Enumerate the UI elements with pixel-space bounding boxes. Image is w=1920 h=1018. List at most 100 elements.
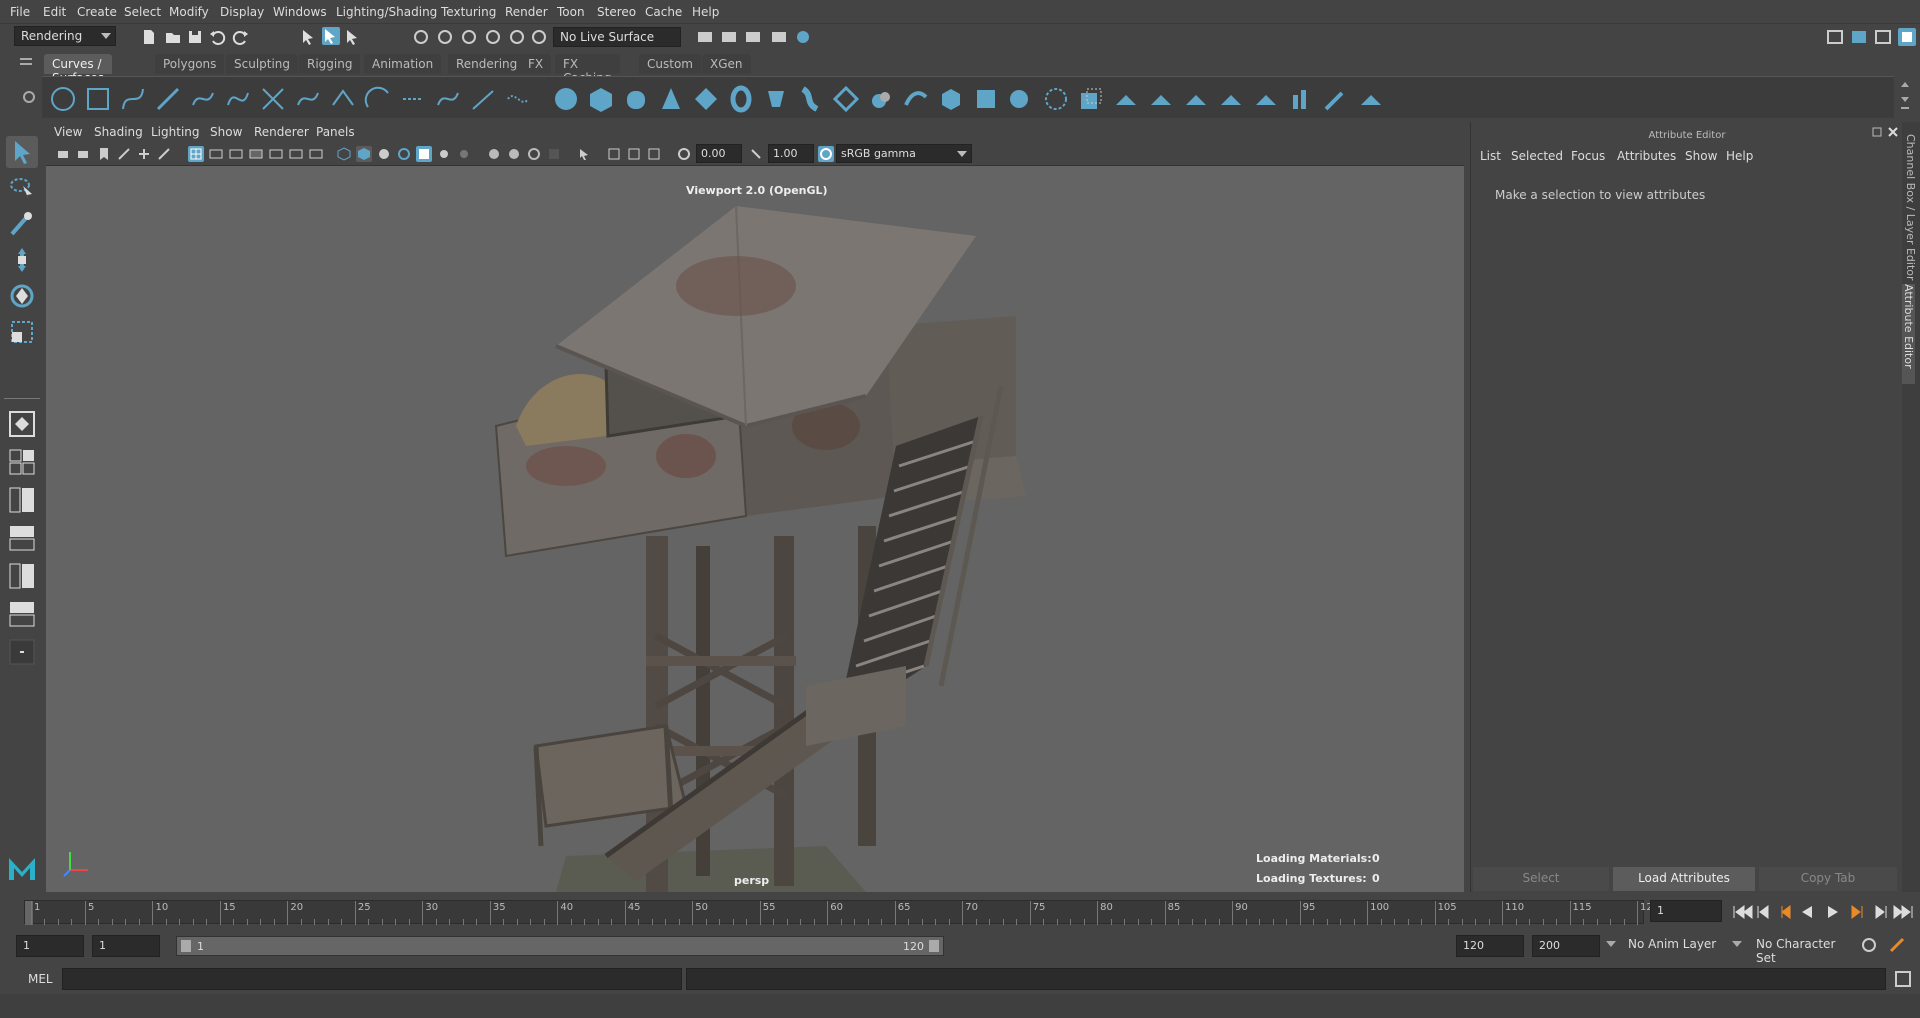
script-editor-icon[interactable] — [1894, 970, 1912, 988]
loft-icon[interactable] — [797, 85, 825, 113]
rebuild-curve-icon[interactable] — [399, 85, 427, 113]
viewport-menu-panels[interactable]: Panels — [316, 125, 355, 139]
select-button[interactable]: Select — [1473, 867, 1609, 891]
single-perspective-layout-icon[interactable] — [6, 408, 38, 440]
menu-help[interactable]: Help — [692, 5, 719, 19]
select-component-icon[interactable] — [344, 28, 362, 46]
motion-blur-icon[interactable] — [506, 146, 522, 162]
shelf-settings-icon[interactable] — [22, 90, 36, 104]
arc-curve-icon[interactable] — [364, 85, 392, 113]
rebuild-surface-icon[interactable] — [1357, 85, 1385, 113]
persp-graph-layout-icon[interactable] — [6, 522, 38, 554]
persp-hypershade-layout-icon[interactable] — [6, 560, 38, 592]
use-default-material-icon[interactable] — [376, 146, 392, 162]
menu-lighting-shading[interactable]: Lighting/Shading — [336, 5, 437, 19]
birail-icon[interactable] — [902, 85, 930, 113]
bevel-icon[interactable] — [1007, 85, 1035, 113]
bookmark-icon[interactable] — [96, 146, 112, 162]
menu-render[interactable]: Render — [505, 5, 548, 19]
arnold-render-icon[interactable] — [794, 28, 812, 46]
nurbs-cylinder-icon[interactable] — [622, 85, 650, 113]
color-management-icon[interactable] — [818, 146, 834, 162]
wireframe-icon[interactable] — [336, 146, 352, 162]
color-space-dropdown[interactable]: sRGB gamma — [836, 144, 972, 163]
use-all-lights-icon[interactable] — [436, 146, 452, 162]
persp-uv-layout-icon[interactable] — [6, 598, 38, 630]
ae-menu-selected[interactable]: Selected — [1511, 149, 1563, 163]
key-auto-icon[interactable] — [1860, 936, 1878, 954]
nurbs-circle-icon[interactable] — [49, 85, 77, 113]
exposure-field[interactable]: 0.00 — [696, 144, 742, 163]
image-plane-icon[interactable] — [116, 146, 132, 162]
toolbox-expand-icon[interactable] — [6, 636, 38, 668]
tab-attribute-editor[interactable]: Attribute Editor — [1902, 284, 1915, 384]
depth-of-field-icon[interactable] — [546, 146, 562, 162]
menu-texturing[interactable]: Texturing — [441, 5, 496, 19]
screen-space-ao-icon[interactable] — [486, 146, 502, 162]
textured-icon[interactable] — [416, 146, 432, 162]
nurbs-sphere-icon[interactable] — [552, 85, 580, 113]
ae-menu-show[interactable]: Show — [1685, 149, 1717, 163]
toggle-panels-icon[interactable] — [1850, 28, 1868, 46]
render-settings-icon[interactable] — [744, 28, 762, 46]
persp-outliner-layout-icon[interactable] — [6, 484, 38, 516]
camera-select-icon[interactable] — [56, 146, 72, 162]
viewport-panel[interactable]: Viewport 2.0 (OpenGL) persp Loading Mate… — [46, 166, 1464, 892]
time-slider-track[interactable]: 1 5 10 15 20 25 30 35 40 45 50 55 60 65 70 75 80 85 90 95 10… — [24, 900, 1659, 925]
playback-start-field[interactable]: 1 — [92, 935, 160, 957]
animation-prefs-icon[interactable] — [1888, 936, 1906, 954]
undo-icon[interactable] — [208, 28, 226, 46]
smooth-shade-icon[interactable] — [356, 146, 372, 162]
range-slider[interactable]: 1 120 — [176, 936, 944, 956]
scale-tool-icon[interactable] — [6, 316, 38, 348]
toggle-channel-box-icon[interactable] — [1898, 28, 1916, 46]
isolate-select-icon[interactable] — [576, 146, 592, 162]
character-set-dropdown[interactable]: No Character Set — [1750, 935, 1862, 965]
start-time-field[interactable]: 1 — [16, 935, 84, 957]
pencil-curve-icon[interactable] — [154, 85, 182, 113]
snap-grid-icon[interactable] — [412, 28, 430, 46]
ae-menu-list[interactable]: List — [1480, 149, 1501, 163]
select-object-icon[interactable] — [322, 27, 340, 45]
intersect-surface-icon[interactable] — [1077, 85, 1105, 113]
safe-title-icon[interactable] — [308, 146, 324, 162]
menu-file[interactable]: File — [10, 5, 30, 19]
shadows-icon[interactable] — [456, 146, 472, 162]
move-tool-icon[interactable] — [6, 244, 38, 276]
render-frame-icon[interactable] — [696, 28, 714, 46]
snap-surface-icon[interactable] — [508, 28, 526, 46]
cv-curve-icon[interactable] — [119, 85, 147, 113]
xray-components-icon[interactable] — [646, 146, 662, 162]
viewport-menu-lighting[interactable]: Lighting — [151, 125, 200, 139]
select-hierarchy-icon[interactable] — [300, 28, 318, 46]
tab-polygons[interactable]: Polygons — [155, 54, 225, 74]
paint-select-tool-icon[interactable] — [6, 208, 38, 240]
menu-windows[interactable]: Windows — [273, 5, 327, 19]
range-end-handle[interactable] — [929, 940, 939, 952]
nurbs-square-icon[interactable] — [84, 85, 112, 113]
field-chart-icon[interactable] — [268, 146, 284, 162]
shelf-menu-icon[interactable] — [20, 56, 36, 70]
nurbs-plane-icon[interactable] — [692, 85, 720, 113]
gamma-icon[interactable] — [748, 146, 764, 162]
chevron-down-icon[interactable] — [1732, 941, 1742, 947]
ae-menu-help[interactable]: Help — [1726, 149, 1753, 163]
trim-tool-icon[interactable] — [1112, 85, 1140, 113]
safe-action-icon[interactable] — [288, 146, 304, 162]
tab-fx[interactable]: FX — [520, 54, 552, 74]
tab-curves-surfaces[interactable]: Curves / Surfaces — [44, 54, 112, 85]
shelf-scroll-icon[interactable] — [1900, 79, 1910, 115]
planar-icon[interactable] — [832, 85, 860, 113]
snap-curve-icon[interactable] — [436, 28, 454, 46]
command-input[interactable] — [62, 968, 682, 990]
snap-point-icon[interactable] — [460, 28, 478, 46]
new-scene-icon[interactable] — [140, 28, 158, 46]
menu-modify[interactable]: Modify — [169, 5, 209, 19]
wireframe-on-shaded-icon[interactable] — [396, 146, 412, 162]
grid-toggle-icon[interactable] — [188, 146, 204, 162]
workspace-icon[interactable] — [1826, 28, 1844, 46]
current-frame-field[interactable]: 1 — [1650, 900, 1722, 922]
curve-intersect-icon[interactable] — [259, 85, 287, 113]
xray-joints-icon[interactable] — [626, 146, 642, 162]
nurbs-cone-icon[interactable] — [657, 85, 685, 113]
